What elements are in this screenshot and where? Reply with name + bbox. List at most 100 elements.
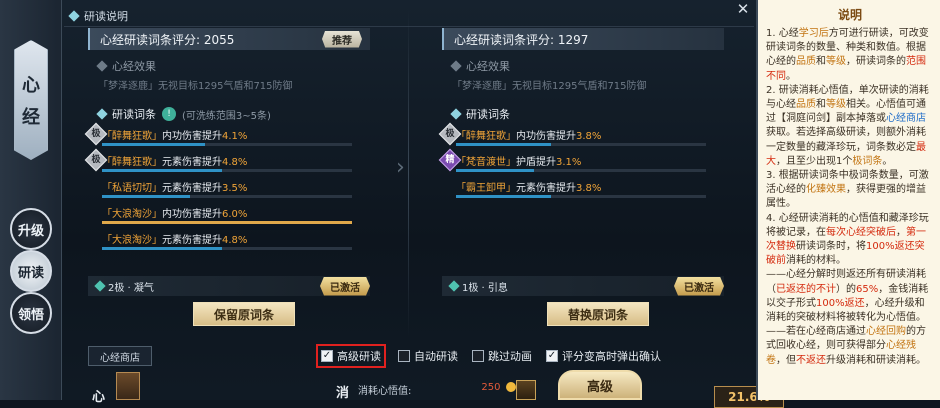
diamond-icon bbox=[96, 60, 108, 72]
window-title: 研读说明 bbox=[68, 8, 128, 24]
auto-study-checkbox[interactable] bbox=[398, 350, 410, 362]
replace-entries-button[interactable]: 替换原词条 bbox=[547, 302, 649, 326]
confirm-popup-checkbox[interactable]: ✓ bbox=[546, 350, 558, 362]
effect-title-text: 心经效果 bbox=[112, 60, 156, 73]
entry-text: 「醉舞狂歌」元素伤害提升4.8% bbox=[102, 150, 370, 168]
explain-para: 3. 根据研读词条中极词条数量，可激活心经的化臻效果，获得更强的增益属性。 bbox=[766, 170, 929, 210]
advanced-study-checkbox[interactable]: ✓ bbox=[321, 350, 333, 362]
entry-text: 「霸王卸甲」元素伤害提升3.8% bbox=[456, 176, 724, 194]
entry-name: 「大浪淘沙」 bbox=[102, 235, 162, 246]
grade-text: 精 bbox=[445, 155, 455, 165]
activated-badge: 已激活 bbox=[320, 276, 370, 296]
entry-value: 3.5% bbox=[222, 183, 248, 194]
gem-icon bbox=[94, 280, 106, 292]
effect-desc: 「梦泽逐鹿」无视目标1295气盾和715防御 bbox=[452, 81, 647, 92]
entry-progress-fill bbox=[102, 247, 222, 250]
entry-desc: 元素伤害提升 bbox=[516, 183, 576, 194]
cost-value: 250 bbox=[481, 382, 501, 393]
skip-animation-option[interactable]: 跳过动画 bbox=[472, 348, 532, 364]
explain-para: ——心经分解时则返还所有研读消耗（已返还的不计）的65%，金钱消耗以交子形式10… bbox=[766, 269, 929, 324]
cost-row: 消耗心悟值: 250 bbox=[358, 382, 517, 397]
recommend-badge: 推荐 bbox=[322, 30, 362, 48]
shop-item-slot[interactable] bbox=[116, 372, 140, 400]
screen: 心 经 升级 研读 领悟 研读说明 ✕ › 心经研读词条评分: 2055 推荐 … bbox=[0, 0, 940, 408]
book-icon[interactable] bbox=[516, 380, 536, 400]
entry-progress-bar bbox=[102, 143, 352, 146]
study-button[interactable]: 研读 bbox=[10, 250, 52, 292]
window-title-text: 研读说明 bbox=[84, 10, 128, 23]
entry-text: 「大浪淘沙」元素伤害提升4.8% bbox=[102, 228, 370, 246]
entry-row: 「大浪淘沙」元素伤害提升4.8% bbox=[88, 228, 370, 252]
entry-list: 极「醉舞狂歌」内功伤害提升3.8% 精「梵音渡世」护盾提升3.1% 「霸王卸甲」元素… bbox=[438, 122, 724, 200]
advanced-study-option[interactable]: ✓ 高级研读 bbox=[316, 344, 386, 368]
entry-progress-bar bbox=[456, 169, 706, 172]
explain-title: 说明 bbox=[837, 8, 862, 22]
activated-badge: 已激活 bbox=[674, 276, 724, 296]
entry-progress-bar bbox=[102, 169, 352, 172]
info-icon[interactable]: ! bbox=[162, 107, 176, 121]
entry-name: 「醉舞狂歌」 bbox=[456, 131, 516, 142]
entry-row: 「霸王卸甲」元素伤害提升3.8% bbox=[442, 176, 724, 200]
section-title: 研读词条 ! (可洗练范围3~5条) bbox=[88, 106, 370, 122]
plate-char-2: 经 bbox=[22, 107, 40, 128]
explain-para: ——若在心经商店通过心经回购的方式回收心经，则可获得部分心经残卷，但不返还升级消… bbox=[766, 326, 926, 366]
original-entries-panel: 心经研读词条评分: 2055 推荐 心经效果 「梦泽逐鹿」无视目标1295气盾和… bbox=[84, 28, 370, 334]
grade-text: 极 bbox=[91, 129, 101, 139]
entry-name: 「私语切切」 bbox=[102, 183, 162, 194]
upgrade-button[interactable]: 升级 bbox=[10, 208, 52, 250]
option-label: 高级研读 bbox=[337, 350, 381, 363]
section-title-text: 研读词条 bbox=[466, 108, 510, 121]
entry-text: 「醉舞狂歌」内功伤害提升4.1% bbox=[102, 124, 370, 142]
consume-char: 消 bbox=[336, 386, 350, 401]
entry-progress-bar bbox=[102, 221, 352, 224]
entry-progress-fill bbox=[102, 169, 222, 172]
entry-desc: 元素伤害提升 bbox=[162, 183, 222, 194]
entry-progress-bar bbox=[102, 195, 352, 198]
explain-para: 1. 心经学习后方可进行研读，可改变研读词条的数量、种类和数值。根据心经的品质和… bbox=[766, 28, 929, 82]
entry-row: 极「醉舞狂歌」内功伤害提升4.1% bbox=[84, 122, 370, 148]
entry-desc: 元素伤害提升 bbox=[162, 235, 222, 246]
entry-progress-fill bbox=[102, 143, 205, 146]
entry-value: 3.1% bbox=[556, 157, 582, 168]
entry-desc: 内功伤害提升 bbox=[516, 131, 576, 142]
effect-desc: 「梦泽逐鹿」无视目标1295气盾和715防御 bbox=[98, 81, 293, 92]
entry-value: 3.8% bbox=[576, 183, 602, 194]
auto-study-option[interactable]: 自动研读 bbox=[398, 348, 458, 364]
entry-text: 「大浪淘沙」内功伤害提升6.0% bbox=[102, 202, 370, 220]
section-hint: (可洗练范围3~5条) bbox=[182, 110, 271, 122]
keep-original-button[interactable]: 保留原词条 bbox=[193, 302, 295, 326]
entry-progress-bar bbox=[456, 195, 706, 198]
entry-progress-fill bbox=[456, 195, 551, 198]
level-row: 1极 · 引息 已激活 bbox=[442, 276, 724, 296]
comprehend-button[interactable]: 领悟 bbox=[10, 292, 52, 334]
diamond-icon bbox=[450, 108, 462, 120]
gem-icon bbox=[448, 280, 460, 292]
skip-animation-checkbox[interactable] bbox=[472, 350, 484, 362]
level-text: 1极 · 引息 bbox=[462, 282, 508, 294]
entry-desc: 护盾提升 bbox=[516, 157, 556, 168]
bottom-area: 心经商店 心 ✓ 高级研读 自动研读 跳过动画 ✓ 评分变高时弹出确认 消 消耗… bbox=[88, 342, 784, 408]
entry-row: 极「醉舞狂歌」元素伤害提升4.8% bbox=[84, 148, 370, 174]
score-bar: 心经研读词条评分: 1297 bbox=[442, 28, 724, 50]
option-label: 跳过动画 bbox=[488, 350, 532, 363]
entry-progress-fill bbox=[456, 143, 551, 146]
diamond-icon bbox=[68, 10, 80, 22]
diamond-icon bbox=[96, 108, 108, 120]
entry-row: 「私语切切」元素伤害提升3.5% bbox=[88, 176, 370, 200]
entry-row: 极「醉舞狂歌」内功伤害提升3.8% bbox=[438, 122, 724, 148]
level-row: 2极 · 凝气 已激活 bbox=[88, 276, 370, 296]
entry-text: 「梵音渡世」护盾提升3.1% bbox=[456, 150, 724, 168]
effect-title: 心经效果 bbox=[88, 58, 370, 74]
effect-title: 心经效果 bbox=[442, 58, 724, 74]
xinjing-plate: 心 经 bbox=[14, 40, 48, 160]
close-icon[interactable]: ✕ bbox=[734, 0, 752, 18]
shop-tab[interactable]: 心经商店 bbox=[88, 346, 152, 366]
new-entries-panel: 心经研读词条评分: 1297 心经效果 「梦泽逐鹿」无视目标1295气盾和715… bbox=[438, 28, 724, 334]
advanced-study-button[interactable]: 高级 bbox=[558, 370, 642, 400]
entry-value: 4.1% bbox=[222, 131, 248, 142]
entry-value: 4.8% bbox=[222, 157, 248, 168]
confirm-popup-option[interactable]: ✓ 评分变高时弹出确认 bbox=[546, 348, 661, 364]
explain-para: 2. 研读消耗心悟值，单次研读的消耗与心经品质和等级相关。心悟值可通过【洞庭问剑… bbox=[766, 84, 929, 167]
option-label: 评分变高时弹出确认 bbox=[562, 350, 661, 363]
effect-title-text: 心经效果 bbox=[466, 60, 510, 73]
